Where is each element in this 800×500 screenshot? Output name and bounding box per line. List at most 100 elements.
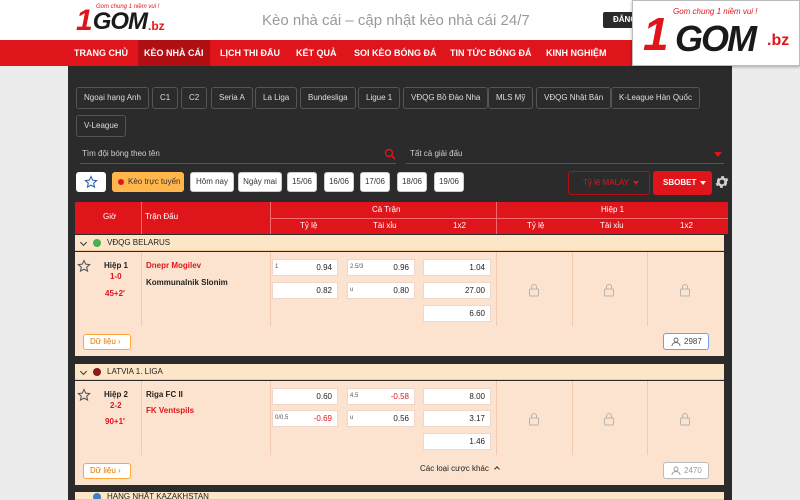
odds-cell-1x2[interactable]: 8.00 <box>423 388 491 405</box>
nav-item-news[interactable]: TIN TỨC BÓNG ĐÁ <box>450 40 531 66</box>
odds-value: -0.58 <box>390 392 409 401</box>
lock-icon <box>680 284 690 297</box>
match-score: 2-2 <box>110 401 122 410</box>
date-button[interactable]: 16/06 <box>324 172 354 192</box>
match-data-button[interactable]: Dữ liệu › <box>83 334 131 350</box>
overlay-logo-word: GOM <box>675 18 757 59</box>
odds-type-select[interactable]: Tỷ lệ MALAY <box>568 171 650 195</box>
col-time: Giờ <box>103 212 117 221</box>
league-chip[interactable]: C2 <box>181 87 208 109</box>
overlay-logo: Gom chung 1 niềm vui ! 1 GOM .bz <box>632 0 800 66</box>
away-team[interactable]: FK Ventspils <box>146 406 194 415</box>
lock-icon <box>529 284 539 297</box>
handicap-line: 1 <box>275 264 279 270</box>
match-score: 1-0 <box>110 272 122 281</box>
nav-item-odds[interactable]: KÈO NHÀ CÁI <box>138 40 210 66</box>
date-button[interactable]: 17/06 <box>360 172 390 192</box>
odds-cell-1x2[interactable]: 6.60 <box>423 305 491 322</box>
nav-item-schedule[interactable]: LỊCH THI ĐẤU <box>220 40 280 66</box>
match-data-button[interactable]: Dữ liệu › <box>83 463 131 479</box>
team-search-input[interactable]: Tìm đội bóng theo tên <box>82 149 160 158</box>
league-chip[interactable]: Ngoại hạng Anh <box>76 87 149 109</box>
odds-value: 27.00 <box>464 286 485 295</box>
match-row: Hiệp 2 2-2 90+1' Riga FC II FK Ventspils… <box>75 381 724 485</box>
site-logo[interactable]: Gom chung 1 niềm vui ! 1 GOM .bz <box>76 4 165 36</box>
league-header[interactable]: VĐQG BELARUS <box>75 235 724 251</box>
match-period: Hiệp 2 <box>104 390 129 399</box>
more-bets-label: Các loại cược khác <box>420 464 489 473</box>
search-underline <box>80 163 396 164</box>
odds-cell-1x2[interactable]: 1.04 <box>423 259 491 276</box>
nav-item-experience[interactable]: KINH NGHIỆM <box>546 40 607 66</box>
col-full-match: Cả Trận <box>372 205 401 214</box>
lock-icon <box>680 413 690 426</box>
total-line: 4.5 <box>350 393 359 399</box>
chevron-down-icon <box>633 180 640 185</box>
match-minute: 45+2' <box>105 289 125 298</box>
home-team[interactable]: Riga FC II <box>146 390 183 399</box>
date-button[interactable]: 19/06 <box>434 172 464 192</box>
nav-item-home[interactable]: TRANG CHỦ <box>74 40 128 66</box>
odds-cell-1x2[interactable]: 27.00 <box>423 282 491 299</box>
league-chip[interactable]: MLS Mỹ <box>488 87 534 109</box>
away-team[interactable]: Kommunalnik Slonim <box>146 278 228 287</box>
odds-value: 1.46 <box>469 437 485 446</box>
bookmaker-select[interactable]: SBOBET <box>653 171 712 195</box>
chevron-down-icon <box>79 238 88 247</box>
favorites-button[interactable] <box>76 172 106 192</box>
odds-value: -0.69 <box>313 414 332 423</box>
home-team[interactable]: Dnepr Mogilev <box>146 261 201 270</box>
league-chip[interactable]: Seria A <box>211 87 253 109</box>
flag-icon <box>93 368 101 376</box>
match-row: Hiệp 1 1-0 45+2' Dnepr Mogilev Kommunaln… <box>75 252 724 356</box>
nav-item-predictions[interactable]: SOI KÈO BÓNG ĐÁ <box>354 40 437 66</box>
date-button[interactable]: 18/06 <box>397 172 427 192</box>
odds-cell-handicap[interactable]: 1 0.94 <box>272 259 338 276</box>
logo-number: 1 <box>76 4 93 37</box>
data-label: Dữ liệu <box>90 337 116 346</box>
odds-cell-over-under[interactable]: 2.5/3 0.96 <box>347 259 415 276</box>
odds-cell-handicap[interactable]: 0/0.5 -0.69 <box>272 410 338 427</box>
league-chip[interactable]: VĐQG Nhật Bản <box>536 87 612 109</box>
league-chip[interactable]: Ligue 1 <box>358 87 401 109</box>
bookmaker-label: SBOBET <box>663 178 697 187</box>
gear-icon[interactable] <box>714 174 730 190</box>
date-tomorrow-button[interactable]: Ngày mai <box>238 172 282 192</box>
viewers-badge[interactable]: 2470 <box>663 462 709 479</box>
date-today-button[interactable]: Hôm nay <box>190 172 234 192</box>
odds-cell-handicap[interactable]: 0.60 <box>272 388 338 405</box>
chevron-down-icon <box>700 180 707 185</box>
league-chip[interactable]: K-League Hàn Quốc <box>611 87 700 109</box>
live-odds-button[interactable]: Kèo trực tuyến <box>112 172 184 192</box>
logo-slogan: Gom chung 1 niềm vui ! <box>96 4 160 10</box>
chevron-down-icon[interactable] <box>714 152 722 157</box>
search-icon[interactable] <box>384 148 396 160</box>
data-label: Dữ liệu <box>90 466 116 475</box>
odds-value: 6.60 <box>469 309 485 318</box>
user-icon <box>671 337 681 346</box>
league-name: LATVIA 1. LIGA <box>107 367 163 376</box>
more-bets-toggle[interactable]: Các loại cược khác <box>420 464 500 473</box>
date-button[interactable]: 15/06 <box>287 172 317 192</box>
odds-cell-1x2[interactable]: 3.17 <box>423 410 491 427</box>
odds-cell-over-under[interactable]: u 0.56 <box>347 410 415 427</box>
league-filter-select[interactable]: Tất cả giải đấu <box>410 149 462 158</box>
odds-value: 0.94 <box>316 263 332 272</box>
total-line: 2.5/3 <box>350 264 364 270</box>
league-chip[interactable]: V-League <box>76 115 127 137</box>
league-chip[interactable]: VĐQG Bồ Đào Nha <box>403 87 489 109</box>
league-header[interactable]: LATVIA 1. LIGA <box>75 364 724 380</box>
favorite-star-icon[interactable] <box>77 259 91 273</box>
viewers-badge[interactable]: 2987 <box>663 333 709 350</box>
odds-cell-over-under[interactable]: u 0.80 <box>347 282 415 299</box>
league-chip[interactable]: C1 <box>152 87 179 109</box>
favorite-star-icon[interactable] <box>77 388 91 402</box>
odds-cell-over-under[interactable]: 4.5 -0.58 <box>347 388 415 405</box>
league-chip[interactable]: La Liga <box>255 87 298 109</box>
odds-cell-1x2[interactable]: 1.46 <box>423 433 491 450</box>
league-header[interactable]: HẠNG NHẤT KAZAKHSTAN <box>75 492 724 500</box>
league-chip[interactable]: Bundesliga <box>300 87 356 109</box>
odds-cell-handicap[interactable]: 0.82 <box>272 282 338 299</box>
nav-item-results[interactable]: KẾT QUẢ <box>296 40 337 66</box>
odds-value: 0.80 <box>393 286 409 295</box>
